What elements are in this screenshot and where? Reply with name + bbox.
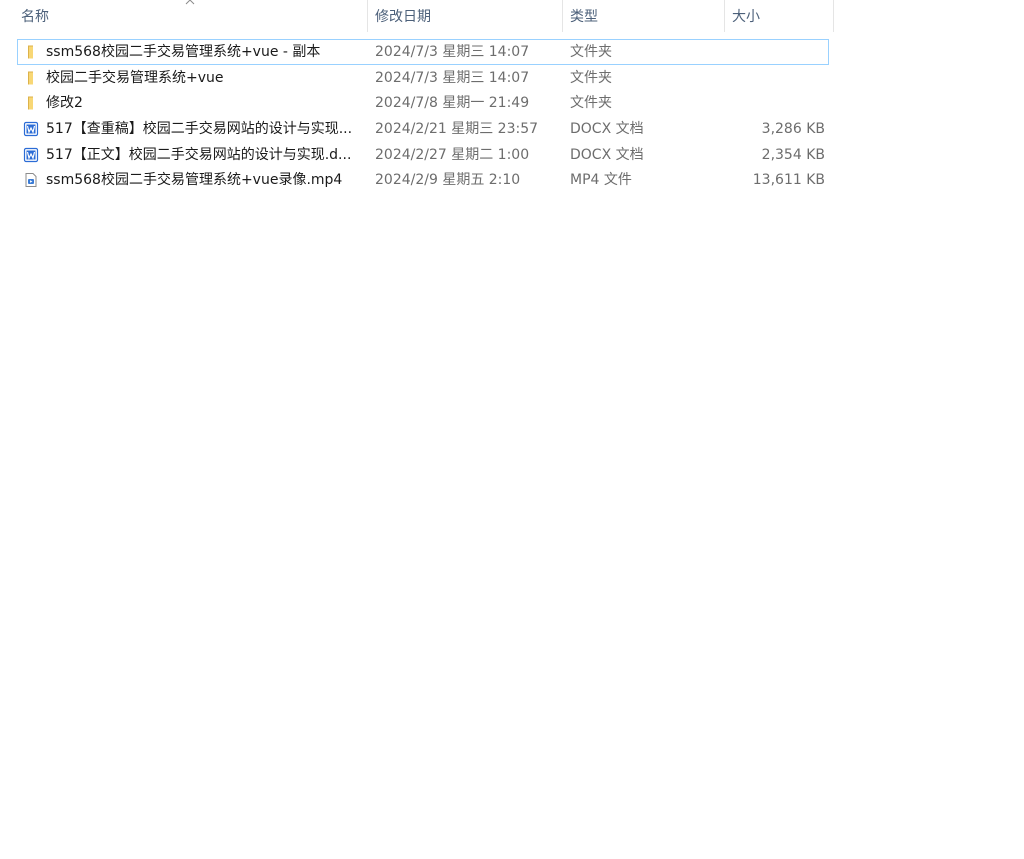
file-modified-date: 2024/7/3 星期三 14:07: [375, 44, 530, 60]
file-size: [726, 40, 825, 64]
column-header-bar: 名称 修改日期 类型 大小: [0, 0, 834, 34]
column-header-name-label: 名称: [21, 9, 49, 25]
file-modified-date: 2024/2/9 星期五 2:10: [375, 172, 521, 189]
file-type: 文件夹: [570, 69, 612, 86]
file-modified-date: 2024/7/3 星期三 14:07: [375, 69, 530, 86]
file-name: ssm568校园二手交易管理系统+vue录像.mp4: [46, 172, 343, 189]
column-separator[interactable]: [562, 0, 563, 32]
file-row[interactable]: ssm568校园二手交易管理系统+vue - 副本 2024/7/3 星期三 14…: [17, 39, 829, 65]
file-modified-date: 2024/2/21 星期三 23:57: [375, 121, 539, 138]
file-type: DOCX 文档: [570, 146, 644, 163]
column-separator[interactable]: [724, 0, 725, 32]
column-separator[interactable]: [833, 0, 834, 32]
file-type: 文件夹: [570, 95, 612, 112]
file-name: 517【查重稿】校园二手交易网站的设计与实现...: [46, 121, 353, 138]
column-header-date-label: 修改日期: [375, 9, 431, 25]
file-size: [726, 66, 825, 90]
file-name: 校园二手交易管理系统+vue: [46, 69, 224, 86]
column-header-size[interactable]: 大小: [732, 0, 832, 34]
file-row[interactable]: 修改2 2024/7/8 星期一 21:49 文件夹: [17, 90, 829, 116]
sort-up-caret-icon: [185, 0, 195, 5]
file-explorer-details-view: 名称 修改日期 类型 大小 ssm568校园二手交易管理系统+vue - 副本 2…: [0, 0, 1024, 859]
file-name: 修改2: [46, 95, 83, 112]
folder-icon: [28, 45, 33, 59]
column-header-date[interactable]: 修改日期: [375, 0, 561, 34]
column-separator[interactable]: [367, 0, 368, 32]
file-size: 13,611 KB: [752, 172, 825, 189]
file-row[interactable]: 517【查重稿】校园二手交易网站的设计与实现... 2024/2/21 星期三 2…: [17, 116, 829, 142]
file-row[interactable]: ssm568校园二手交易管理系统+vue录像.mp4 2024/2/9 星期五 2…: [17, 167, 829, 193]
file-size: 3,286 KB: [761, 121, 825, 138]
word-document-icon: [23, 147, 39, 162]
column-header-type[interactable]: 类型: [570, 0, 724, 34]
file-type: DOCX 文档: [570, 121, 644, 138]
file-name: ssm568校园二手交易管理系统+vue - 副本: [46, 44, 321, 60]
file-row[interactable]: 校园二手交易管理系统+vue 2024/7/3 星期三 14:07 文件夹: [17, 65, 829, 91]
folder-icon: [28, 96, 33, 110]
file-modified-date: 2024/7/8 星期一 21:49: [375, 95, 530, 112]
video-file-icon: [25, 173, 37, 188]
file-list: ssm568校园二手交易管理系统+vue - 副本 2024/7/3 星期三 14…: [17, 39, 829, 193]
word-document-icon: [23, 121, 39, 137]
column-header-size-label: 大小: [732, 9, 760, 25]
folder-icon: [28, 71, 33, 85]
column-header-type-label: 类型: [570, 9, 598, 25]
file-size: 2,354 KB: [761, 146, 825, 163]
file-type: 文件夹: [570, 44, 612, 60]
file-name: 517【正文】校园二手交易网站的设计与实现.d...: [46, 146, 352, 163]
file-type: MP4 文件: [570, 172, 632, 189]
file-modified-date: 2024/2/27 星期二 1:00: [375, 146, 530, 163]
file-size: [726, 91, 825, 115]
file-row[interactable]: 517【正文】校园二手交易网站的设计与实现.d... 2024/2/27 星期二 …: [17, 142, 829, 168]
